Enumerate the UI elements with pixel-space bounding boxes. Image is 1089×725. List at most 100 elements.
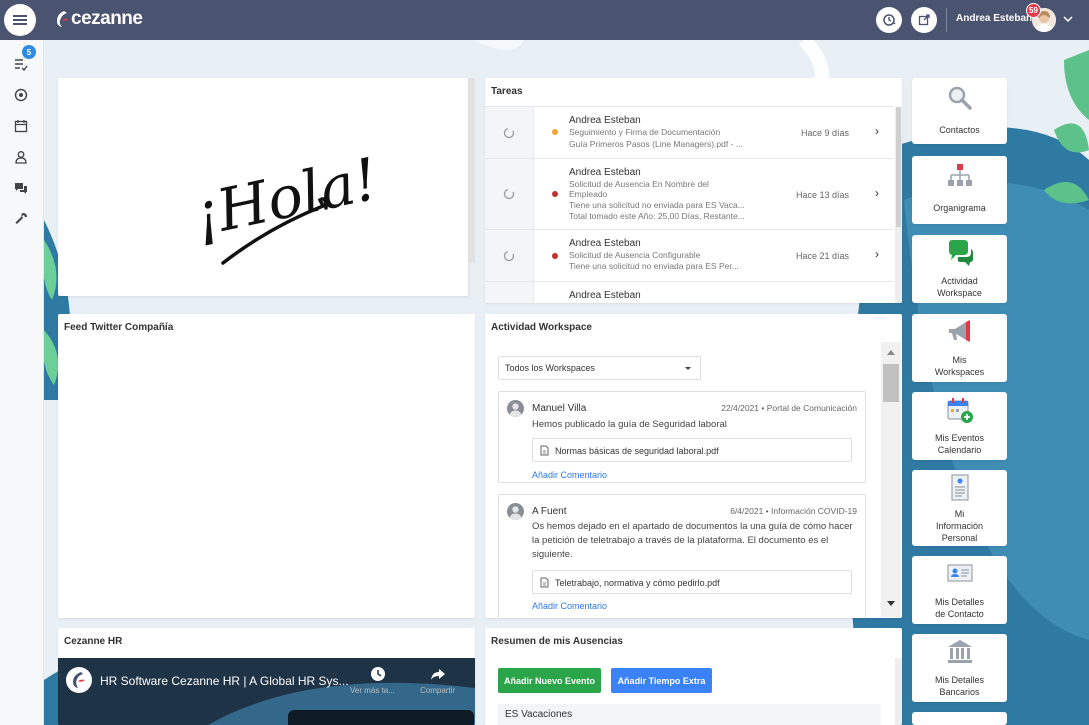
task-list-icon: [15, 59, 28, 71]
quick-link-my-workspaces[interactable]: Mis Workspaces: [912, 314, 1007, 382]
cezanne-logo[interactable]: cezanne: [55, 8, 143, 30]
target-icon: [14, 88, 28, 102]
workspace-post: Manuel Villa 22/4/2021 • Portal de Comun…: [498, 391, 866, 483]
tasks-badge: 5: [22, 45, 36, 59]
bank-icon: [948, 640, 972, 663]
hamburger-menu-button[interactable]: [4, 4, 36, 36]
chevron-right-icon[interactable]: ›: [875, 186, 879, 200]
task-row[interactable]: Andrea Esteban Seguimiento y Firma de Do…: [485, 107, 894, 159]
quick-link-label: de Contacto: [935, 609, 984, 619]
post-meta: 6/4/2021 • Información COVID-19: [730, 506, 857, 516]
task-priority-dot: [552, 253, 558, 259]
sidebar-item-chat[interactable]: [13, 180, 29, 196]
post-text: Os hemos dejado en el apartado de docume…: [532, 521, 853, 560]
chevron-right-icon[interactable]: ›: [875, 124, 879, 138]
task-priority-dot: [552, 191, 558, 197]
post-attachment[interactable]: Normas básicas de seguridad laboral.pdf: [532, 438, 852, 462]
task-assignee: Andrea Esteban: [569, 115, 641, 126]
video-card-title: Cezanne HR: [64, 636, 123, 647]
task-row[interactable]: Andrea Esteban: [485, 282, 894, 303]
tasks-card: Tareas Andrea Esteban Seguimiento y Firm…: [485, 78, 902, 303]
absences-scrollbar[interactable]: [895, 658, 902, 725]
task-type: Solicitud de Ausencia En Nombre del: [569, 179, 709, 189]
video-player[interactable]: HR Software Cezanne HR | A Global HR Sys…: [58, 658, 475, 725]
chevron-down-icon[interactable]: [1062, 13, 1074, 25]
wrench-icon: [15, 213, 27, 224]
absences-title: Resumen de mis Ausencias: [491, 636, 623, 647]
task-time: Hace 21 días: [796, 251, 850, 261]
clock-in-button[interactable]: [876, 7, 902, 33]
chevron-right-icon[interactable]: ›: [875, 247, 879, 261]
task-status-cell: [485, 230, 534, 281]
file-icon: [540, 577, 549, 588]
external-link-icon: [918, 14, 930, 26]
quick-link-org-chart[interactable]: Organigrama: [912, 156, 1007, 224]
workspace-select[interactable]: Todos los Workspaces: [498, 356, 701, 380]
sidebar-item-calendar[interactable]: [13, 118, 29, 134]
chat-bubbles-icon: [949, 240, 973, 266]
post-author[interactable]: Manuel Villa: [532, 403, 586, 414]
task-time: Hace 9 días: [801, 128, 850, 138]
chat-icon: [15, 183, 27, 194]
add-comment-link[interactable]: Añadir Comentario: [532, 470, 607, 480]
scroll-up-icon[interactable]: [886, 348, 896, 356]
logo-mark-icon: [57, 11, 68, 27]
welcome-card: ¡Hola!: [58, 78, 469, 296]
post-attachment[interactable]: Teletrabajo, normativa y cómo pedirlo.pd…: [532, 570, 852, 594]
quick-link-more[interactable]: [912, 712, 1007, 725]
person-icon: [15, 151, 27, 164]
add-event-button[interactable]: Añadir Nuevo Evento: [498, 668, 601, 693]
tasks-scrollbar[interactable]: [895, 107, 902, 303]
notification-badge[interactable]: 59: [1026, 3, 1041, 18]
task-status-cell: [485, 107, 534, 158]
quick-link-label: Contactos: [939, 125, 980, 135]
quick-link-label: Workspace: [937, 288, 982, 298]
attachment-name: Normas básicas de seguridad laboral.pdf: [555, 446, 719, 456]
welcome-scrollbar[interactable]: [469, 78, 475, 263]
sidebar-item-people[interactable]: [13, 149, 29, 165]
workspace-select-value: Todos los Workspaces: [505, 363, 595, 373]
post-author[interactable]: A Fuent: [532, 506, 566, 517]
user-name[interactable]: Andrea Esteban: [956, 13, 1032, 24]
task-status-cell: [485, 282, 534, 303]
quick-link-bank-details[interactable]: Mis Detalles Bancarios: [912, 634, 1007, 702]
task-type-cont: Empleado: [569, 189, 608, 199]
video-title[interactable]: HR Software Cezanne HR | A Global HR Sys…: [100, 674, 349, 688]
author-avatar: [507, 503, 524, 520]
scroll-thumb[interactable]: [883, 364, 899, 402]
task-row[interactable]: Andrea Esteban Solicitud de Ausencia Con…: [485, 230, 894, 282]
pending-spinner-icon: [503, 250, 515, 261]
task-detail: Tiene una solicitud no enviada para ES P…: [569, 261, 739, 271]
tasks-title: Tareas: [491, 86, 523, 97]
task-row[interactable]: Andrea Esteban Solicitud de Ausencia En …: [485, 159, 894, 230]
external-link-button[interactable]: [911, 7, 937, 33]
share-icon[interactable]: [430, 666, 446, 682]
absences-card: Resumen de mis Ausencias Añadir Nuevo Ev…: [485, 628, 902, 725]
quick-link-contact-details[interactable]: Mis Detalles de Contacto: [912, 556, 1007, 624]
scroll-down-icon[interactable]: [886, 600, 896, 608]
quick-link-personal-info[interactable]: Mi Información Personal: [912, 470, 1007, 546]
absence-type-row[interactable]: ES Vacaciones: [498, 704, 881, 725]
quick-link-label: Mis Detalles: [934, 675, 984, 685]
clock-icon[interactable]: [370, 666, 386, 682]
video-channel-logo[interactable]: [66, 667, 92, 693]
quick-link-contacts[interactable]: Contactos: [912, 78, 1007, 144]
workspace-post: A Fuent 6/4/2021 • Información COVID-19 …: [498, 494, 866, 618]
twitter-feed-card: Feed Twitter Compañía: [58, 314, 475, 618]
twitter-title: Feed Twitter Compañía: [64, 322, 174, 333]
add-comment-link[interactable]: Añadir Comentario: [532, 601, 607, 611]
sidebar-item-tools[interactable]: [13, 211, 29, 227]
sidebar-item-workspace[interactable]: [13, 87, 29, 103]
quick-link-label: Workspaces: [934, 367, 985, 377]
share-label: Compartir: [420, 686, 456, 695]
pending-spinner-icon: [503, 188, 515, 200]
calendar-icon: [14, 120, 28, 133]
menu-icon: [13, 15, 27, 25]
quick-link-my-calendar[interactable]: Mis Eventos Calendario: [912, 392, 1007, 460]
task-priority-dot: [552, 129, 558, 135]
workspace-scrollbar[interactable]: [881, 342, 901, 617]
quick-link-label: Actividad: [941, 276, 978, 286]
workspace-title: Actividad Workspace: [491, 322, 592, 333]
add-overtime-button[interactable]: Añadir Tiempo Extra: [611, 668, 712, 693]
quick-link-workspace-activity[interactable]: Actividad Workspace: [912, 235, 1007, 303]
